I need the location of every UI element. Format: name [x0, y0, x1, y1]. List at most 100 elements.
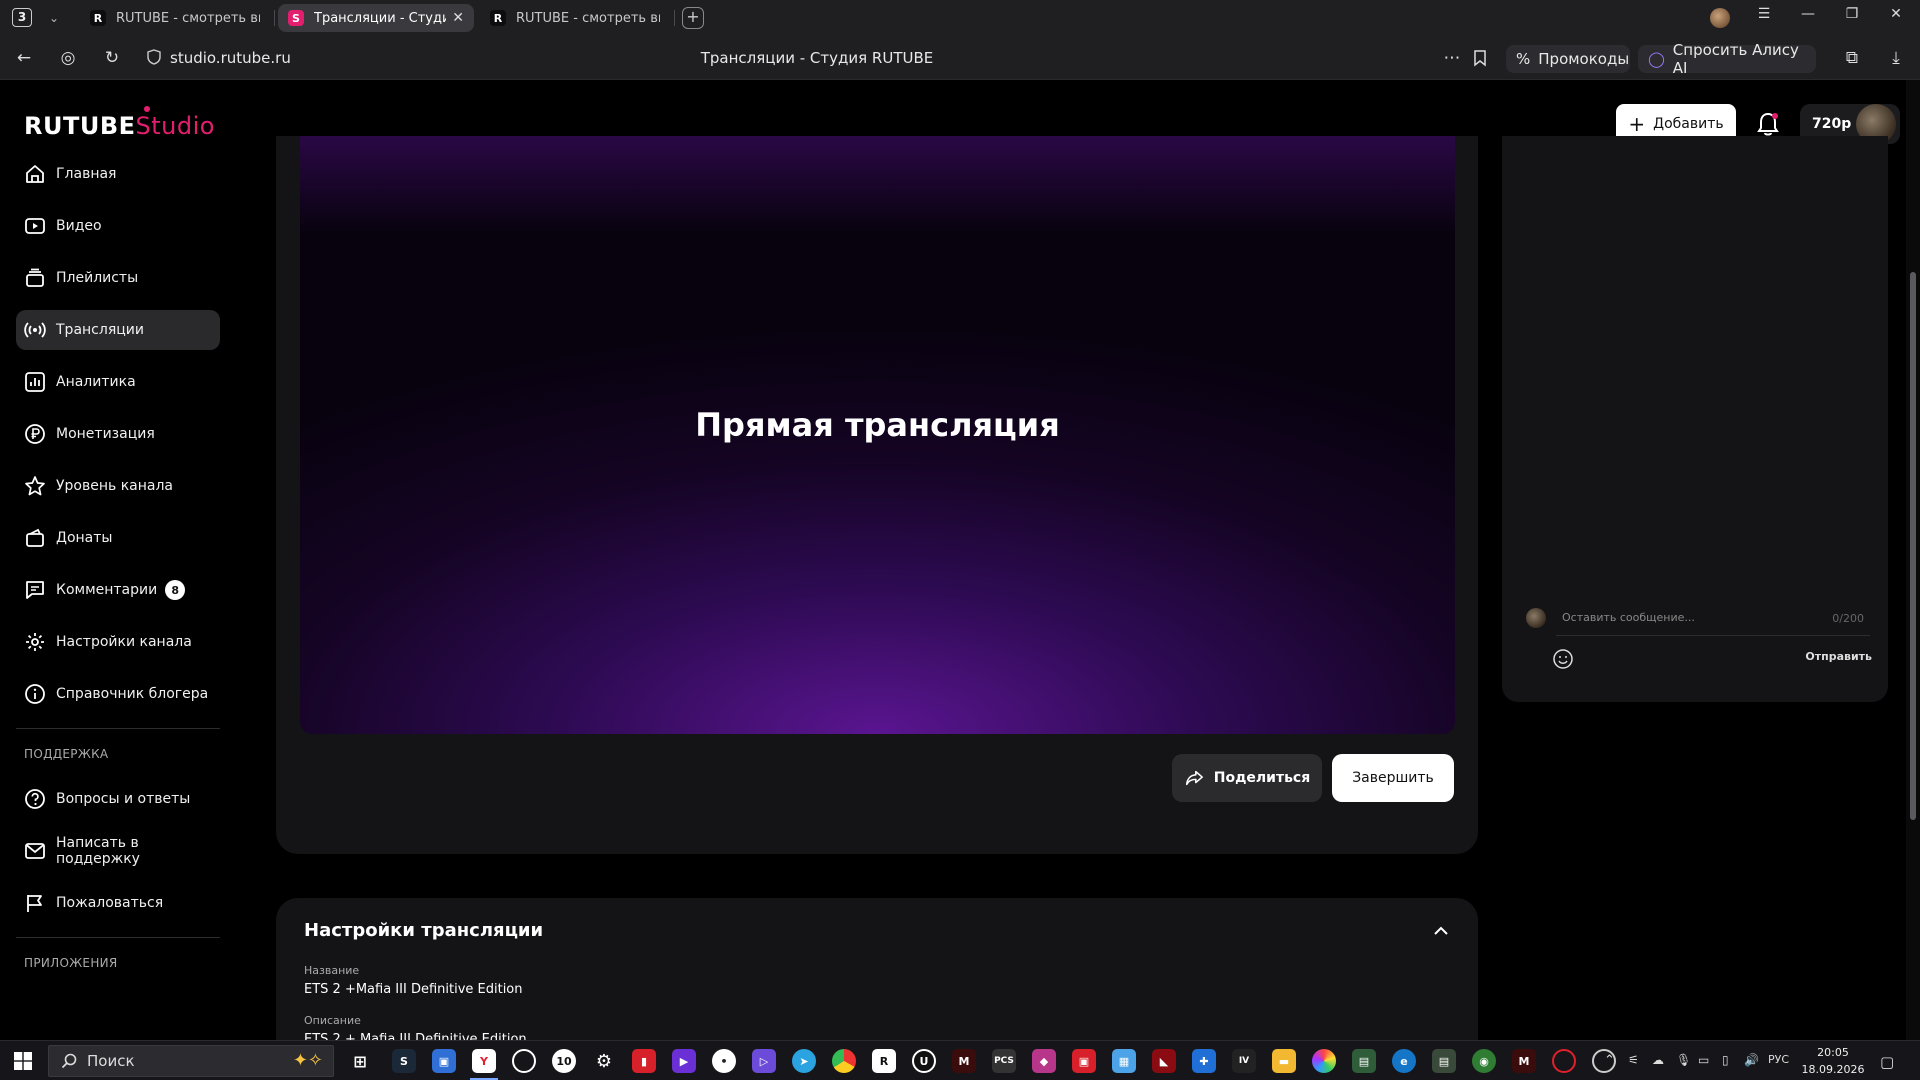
share-button[interactable]: Поделиться — [1172, 754, 1322, 802]
analytics-icon — [25, 372, 45, 392]
sidebar-item-label: Комментарии — [56, 582, 158, 598]
promo-button[interactable]: % Промокоды — [1506, 45, 1630, 73]
truck-game-2-icon[interactable]: ▤ — [1432, 1049, 1456, 1073]
reading-list-icon[interactable]: ☰ — [1752, 6, 1776, 22]
tab-divider — [274, 10, 275, 26]
sidebar-item-label: Вопросы и ответы — [56, 791, 191, 807]
chevron-down-icon[interactable]: ⌄ — [44, 8, 64, 28]
globe-icon[interactable]: ◉ — [1472, 1049, 1496, 1073]
name-field-value[interactable]: ETS 2 +Mafia III Definitive Edition — [304, 982, 523, 997]
rockstar-icon[interactable]: R — [872, 1049, 896, 1073]
gear-icon — [26, 633, 44, 651]
browser-address-bar: ← ◎ ↻ studio.rutube.ru Трансляции - Студ… — [0, 36, 1920, 80]
red-box-icon[interactable]: ▣ — [1072, 1049, 1096, 1073]
bell-icon[interactable] — [1754, 110, 1782, 138]
new-tab-button[interactable]: + — [682, 7, 704, 29]
system-clock[interactable]: 20:05 18.09.2026 — [1798, 1044, 1868, 1078]
purple-app-icon[interactable]: ▶ — [672, 1049, 696, 1073]
alice-button[interactable]: ◯ Спросить Алису AI — [1638, 41, 1816, 77]
language-indicator[interactable]: РУС — [1768, 1053, 1789, 1066]
iv-icon[interactable]: IV — [1232, 1049, 1256, 1073]
truck-game-icon[interactable]: ▤ — [1352, 1049, 1376, 1073]
sidebar-item-blogger-guide[interactable]: Справочник блогера — [16, 674, 220, 714]
sidebar-item-faq[interactable]: Вопросы и ответы — [16, 779, 220, 819]
browser-tab-1[interactable]: R RUTUBE - смотреть видео — [80, 4, 270, 32]
dark-red-app-icon[interactable]: ◣ — [1152, 1049, 1176, 1073]
rutube-studio-logo[interactable]: RUTUBEStudio — [24, 106, 215, 140]
sidebar-item-comments[interactable]: Комментарии 8 — [16, 570, 220, 610]
unreal-icon[interactable]: U — [912, 1049, 936, 1073]
app-10-icon[interactable]: 10 — [552, 1049, 576, 1073]
sidebar-item-channel-settings[interactable]: Настройки канала — [16, 622, 220, 662]
volume-icon[interactable]: 🔊 — [1744, 1053, 1759, 1067]
notifications-icon[interactable]: ▢ — [1880, 1053, 1894, 1071]
opera-icon[interactable] — [1552, 1049, 1576, 1073]
bookmark-icon[interactable] — [1473, 50, 1487, 67]
telegram-icon[interactable]: ➤ — [792, 1049, 816, 1073]
tab-counter[interactable]: 3 — [12, 8, 32, 27]
red-app-icon[interactable]: ▮ — [632, 1049, 656, 1073]
yandex-browser-icon[interactable]: Y — [472, 1049, 496, 1073]
emoji-icon[interactable] — [1552, 648, 1574, 670]
sidebar-item-channel-level[interactable]: Уровень канала — [16, 466, 220, 506]
battery-icon[interactable]: ▯ — [1722, 1053, 1729, 1067]
folder-icon[interactable]: ▬ — [1272, 1049, 1296, 1073]
rutube-favicon-icon: R — [90, 10, 106, 26]
network-off-icon[interactable]: ⚟ — [1628, 1053, 1639, 1067]
more-icon[interactable]: ⋯ — [1440, 46, 1464, 70]
restore-icon[interactable]: ❐ — [1840, 6, 1864, 22]
chat-app-icon[interactable]: • — [712, 1049, 736, 1073]
sidebar-item-broadcasts[interactable]: Трансляции — [16, 310, 220, 350]
chat-message-input[interactable]: Оставить сообщение... — [1556, 600, 1870, 636]
sidebar-item-home[interactable]: Главная — [16, 154, 220, 194]
sidebar-item-video[interactable]: Видео — [16, 206, 220, 246]
monitor-icon[interactable]: ▭ — [1698, 1053, 1709, 1067]
pcs-icon[interactable]: PCS — [992, 1049, 1016, 1073]
finish-stream-button[interactable]: Завершить — [1332, 754, 1454, 802]
sidebar-item-analytics[interactable]: Аналитика — [16, 362, 220, 402]
taskbar-search-label: Поиск — [87, 1052, 135, 1070]
name-field-label: Название — [304, 964, 360, 977]
stream-preview[interactable]: Прямая трансляция — [300, 136, 1455, 734]
mechanic-icon[interactable]: ✚ — [1192, 1049, 1216, 1073]
comments-count-badge: 8 — [165, 580, 186, 600]
send-button[interactable]: Отправить — [1805, 650, 1872, 663]
chevron-up-icon[interactable] — [1432, 922, 1450, 940]
settings-gear-icon[interactable]: ⚙ — [592, 1049, 616, 1073]
sidebar-item-write-support[interactable]: Написать в поддержку — [16, 831, 220, 871]
taskbar-search[interactable]: Поиск ✦✧ — [48, 1045, 334, 1077]
scrollbar-thumb[interactable] — [1910, 272, 1916, 820]
collections-icon[interactable]: ⧉ — [1840, 46, 1864, 70]
logo-dot — [144, 106, 150, 112]
share-label: Поделиться — [1213, 770, 1311, 786]
browser-tab-3[interactable]: R RUTUBE - смотреть видео — [480, 4, 670, 32]
close-icon[interactable]: ✕ — [452, 10, 464, 26]
task-view-icon[interactable]: ⊞ — [348, 1049, 372, 1073]
color-app-icon[interactable] — [1312, 1049, 1336, 1073]
edge-icon[interactable]: e — [1392, 1049, 1416, 1073]
tray-chevron-icon[interactable]: ⌃ — [1604, 1053, 1615, 1068]
windows-start-icon[interactable] — [14, 1052, 32, 1070]
store-icon[interactable]: ▣ — [432, 1049, 456, 1073]
sidebar-item-donations[interactable]: Донаты — [16, 518, 220, 558]
profile-avatar[interactable] — [1710, 8, 1730, 28]
sidebar-item-report[interactable]: Пожаловаться — [16, 883, 220, 923]
minimize-icon[interactable]: — — [1796, 6, 1820, 22]
microphone-icon[interactable]: 🎙 — [1676, 1053, 1691, 1067]
window-close-icon[interactable]: ✕ — [1884, 6, 1908, 22]
browser-tab-2[interactable]: S Трансляции - Студия RUTUBE ✕ — [278, 4, 474, 32]
sidebar-item-playlists[interactable]: Плейлисты — [16, 258, 220, 298]
mafia-2-icon[interactable]: M — [1512, 1049, 1536, 1073]
ring-app-icon[interactable] — [512, 1049, 536, 1073]
pink-app-icon[interactable]: ◆ — [1032, 1049, 1056, 1073]
download-icon[interactable]: ⤓ — [1884, 46, 1908, 70]
sidebar-item-monetization[interactable]: Монетизация — [16, 414, 220, 454]
steam-icon[interactable]: S — [392, 1049, 416, 1073]
blue-app-icon[interactable]: ▦ — [1112, 1049, 1136, 1073]
chrome-icon[interactable] — [832, 1049, 856, 1073]
tab-title: Трансляции - Студия RUTUBE — [314, 10, 447, 26]
mafia-icon[interactable]: M — [952, 1049, 976, 1073]
add-label: Добавить — [1653, 116, 1724, 132]
visual-studio-icon[interactable]: ▷ — [752, 1049, 776, 1073]
cloud-icon[interactable]: ☁ — [1652, 1053, 1664, 1067]
